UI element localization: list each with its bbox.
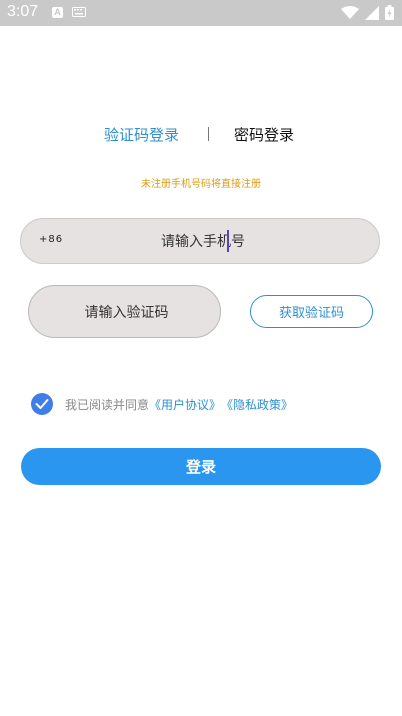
wifi-icon <box>341 5 359 19</box>
code-field[interactable] <box>28 285 224 339</box>
text-caret <box>227 230 229 252</box>
status-time: 3:07 <box>7 3 39 20</box>
agreement-checkbox[interactable] <box>31 393 53 415</box>
country-code[interactable]: +86 <box>39 234 63 245</box>
tab-sms-login[interactable]: 验证码登录 <box>104 124 179 145</box>
keyboard-icon <box>72 7 86 17</box>
signal-icon <box>365 5 379 20</box>
phone-field[interactable]: +86 <box>20 218 380 265</box>
register-notice: 未注册手机号码将直接注册 <box>141 179 261 190</box>
status-icons <box>341 5 394 20</box>
battery-icon <box>385 5 394 20</box>
privacy-policy-link[interactable]: 《隐私政策》 <box>221 396 293 413</box>
status-bar: 3:07 A <box>0 0 402 26</box>
get-code-button[interactable]: 获取验证码 <box>250 295 373 328</box>
phone-input[interactable] <box>81 219 325 265</box>
check-icon <box>35 399 49 409</box>
notification-a-icon: A <box>52 7 63 18</box>
login-button[interactable]: 登录 <box>21 448 381 485</box>
agreement-text: 我已阅读并同意 <box>65 397 150 412</box>
login-screen: 3:07 A 验证码登录 密码登录 未注册手机号码将直接注册 +86 请输入手机… <box>0 0 402 716</box>
code-input[interactable] <box>29 286 224 339</box>
tab-divider <box>208 127 209 141</box>
agreement-row: 我已阅读并同意 《用户协议》 《隐私政策》 <box>31 391 293 417</box>
tab-password-login[interactable]: 密码登录 <box>234 124 294 145</box>
user-agreement-link[interactable]: 《用户协议》 <box>149 396 221 413</box>
